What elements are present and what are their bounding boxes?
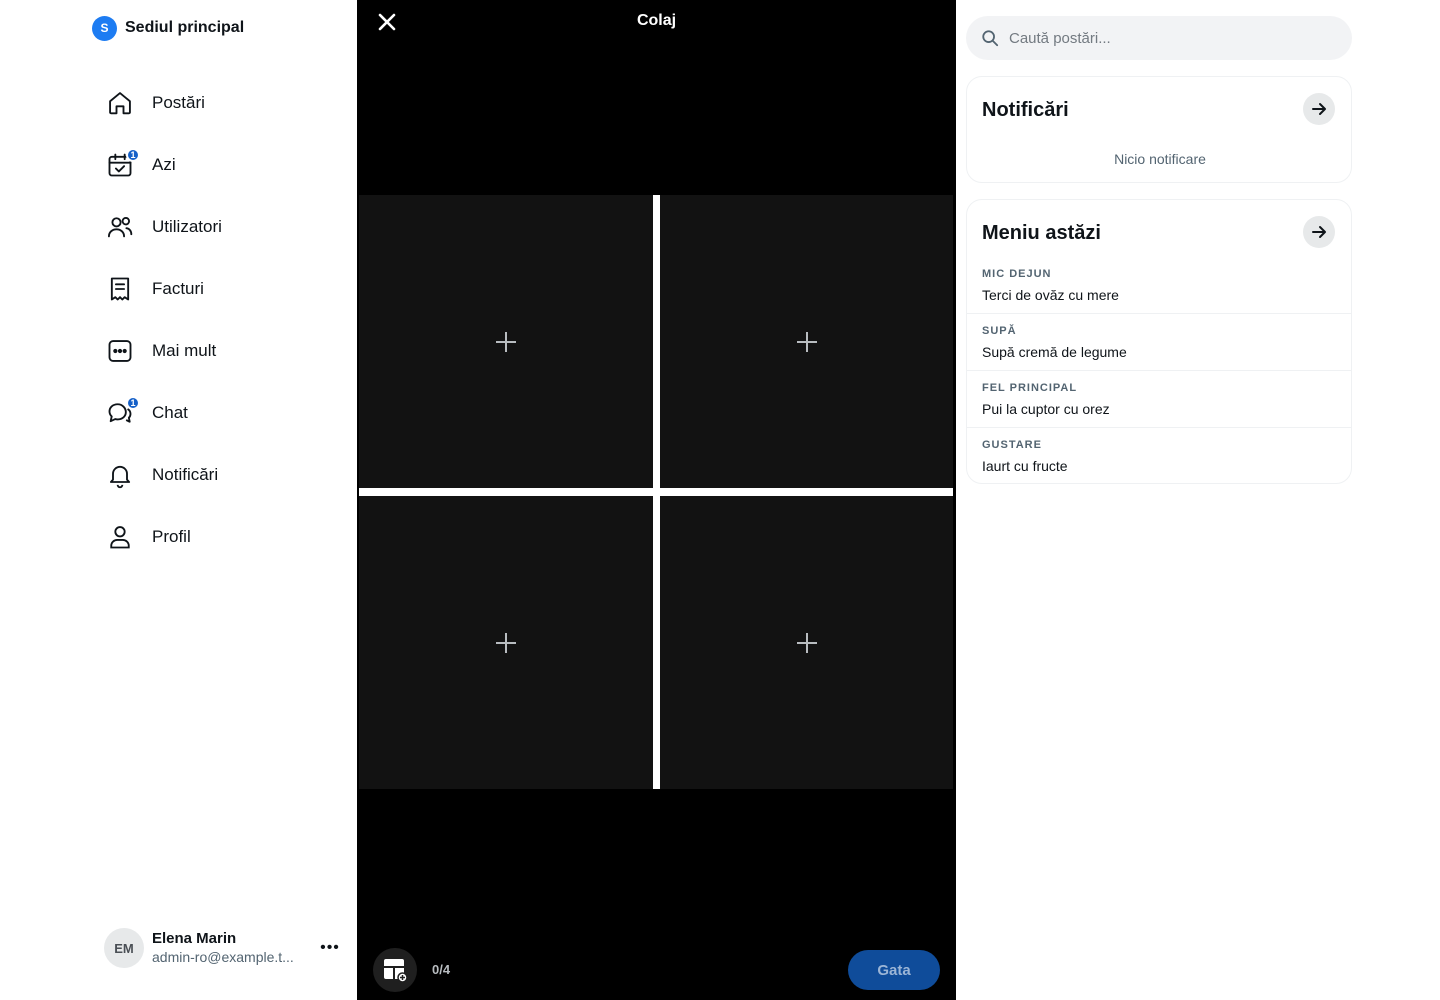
nav-label: Facturi bbox=[152, 279, 204, 298]
menu-today-title: Meniu astăzi bbox=[982, 222, 1101, 244]
list-item: GUSTARE Iaurt cu fructe bbox=[967, 428, 1351, 485]
avatar: EM bbox=[104, 928, 144, 968]
nav-label: Postări bbox=[152, 93, 205, 112]
more-box-icon bbox=[106, 337, 134, 365]
nav-badge: 1 bbox=[126, 148, 140, 162]
list-item: FEL PRINCIPAL Pui la cuptor cu orez bbox=[967, 371, 1351, 428]
menu-category: FEL PRINCIPAL bbox=[982, 382, 1078, 394]
notifications-card: Notificări Nicio notificare bbox=[966, 76, 1352, 183]
nav-item-mai-mult[interactable]: Mai mult bbox=[100, 320, 340, 382]
workspace-name: Sediul principal bbox=[125, 19, 245, 36]
notifications-empty: Nicio notificare bbox=[1114, 151, 1206, 167]
nav-label: Chat bbox=[152, 403, 188, 422]
nav-item-utilizatori[interactable]: Utilizatori bbox=[100, 196, 340, 258]
arrow-right-icon bbox=[1312, 103, 1326, 115]
bell-icon bbox=[106, 461, 134, 489]
nav-item-azi[interactable]: 1 Azi bbox=[100, 134, 340, 196]
account-info: Elena Marin admin-ro@example.t... bbox=[152, 929, 304, 967]
menu-dish: Pui la cuptor cu orez bbox=[982, 401, 1110, 417]
plus-icon bbox=[496, 632, 516, 653]
list-item: MIC DEJUN Terci de ovăz cu mere bbox=[967, 257, 1351, 314]
layout-picker-button[interactable] bbox=[373, 948, 417, 992]
menu-dish: Supă cremă de legume bbox=[982, 344, 1127, 360]
collage-slot-4[interactable] bbox=[660, 496, 953, 789]
menu-category: GUSTARE bbox=[982, 439, 1042, 451]
account-switcher[interactable]: EM Elena Marin admin-ro@example.t... ••• bbox=[104, 925, 344, 971]
collage-slot-1[interactable] bbox=[359, 195, 653, 488]
selection-count: 0/4 bbox=[432, 962, 451, 977]
nav-label: Utilizatori bbox=[152, 217, 222, 236]
layout-grid-icon bbox=[384, 959, 408, 983]
home-icon bbox=[106, 89, 134, 117]
nav-label: Notificări bbox=[152, 465, 219, 484]
nav-label: Mai mult bbox=[152, 341, 217, 360]
right-panel: Notificări Nicio notificare Meniu astăzi… bbox=[956, 0, 1440, 1000]
notifications-open-button[interactable] bbox=[1303, 93, 1335, 125]
collage-slot-2[interactable] bbox=[660, 195, 953, 488]
notifications-title: Notificări bbox=[982, 99, 1069, 121]
search-icon bbox=[982, 30, 999, 47]
menu-category: SUPĂ bbox=[982, 325, 1017, 337]
menu-today-card: Meniu astăzi MIC DEJUN Terci de ovăz cu … bbox=[966, 199, 1352, 484]
receipt-icon bbox=[106, 275, 134, 303]
page-title: Colaj bbox=[636, 12, 677, 29]
main-nav: Postări 1 Azi Utilizatori Facturi Mai mu… bbox=[100, 72, 340, 568]
calendar-check-icon: 1 bbox=[106, 148, 140, 179]
users-icon bbox=[106, 213, 134, 241]
search-input[interactable] bbox=[1007, 28, 1327, 48]
more-horizontal-icon[interactable]: ••• bbox=[318, 936, 342, 960]
collage-grid bbox=[359, 195, 953, 789]
menu-category: MIC DEJUN bbox=[982, 268, 1052, 280]
nav-badge: 1 bbox=[126, 396, 140, 410]
nav-item-profil[interactable]: Profil bbox=[100, 506, 340, 568]
account-email: admin-ro@example.t... bbox=[152, 949, 294, 965]
menu-dish: Terci de ovăz cu mere bbox=[982, 287, 1119, 303]
person-icon bbox=[106, 523, 134, 551]
nav-label: Profil bbox=[152, 527, 191, 546]
done-button[interactable]: Gata bbox=[848, 950, 940, 990]
list-item: SUPĂ Supă cremă de legume bbox=[967, 314, 1351, 371]
nav-label: Azi bbox=[152, 155, 176, 174]
menu-dish: Iaurt cu fructe bbox=[982, 458, 1068, 474]
sidebar: S Sediul principal Postări 1 Azi Utiliza… bbox=[0, 0, 357, 1000]
nav-item-notificari[interactable]: Notificări bbox=[100, 444, 340, 506]
search-box[interactable] bbox=[966, 16, 1352, 60]
workspace-avatar: S bbox=[92, 15, 117, 41]
arrow-right-icon bbox=[1312, 226, 1326, 238]
plus-icon bbox=[796, 331, 817, 352]
plus-icon bbox=[796, 632, 817, 653]
workspace-switcher[interactable]: S Sediul principal bbox=[92, 15, 245, 41]
account-name: Elena Marin bbox=[152, 930, 237, 947]
menu-list: MIC DEJUN Terci de ovăz cu mere SUPĂ Sup… bbox=[967, 257, 1351, 485]
menu-today-open-button[interactable] bbox=[1303, 216, 1335, 248]
chat-icon: 1 bbox=[106, 396, 140, 427]
nav-item-chat[interactable]: 1 Chat bbox=[100, 382, 340, 444]
collage-editor: Colaj 0/4 Gata bbox=[357, 0, 956, 1000]
nav-item-facturi[interactable]: Facturi bbox=[100, 258, 340, 320]
plus-icon bbox=[496, 331, 516, 352]
nav-item-postari[interactable]: Postări bbox=[100, 72, 340, 134]
collage-slot-3[interactable] bbox=[359, 496, 653, 789]
